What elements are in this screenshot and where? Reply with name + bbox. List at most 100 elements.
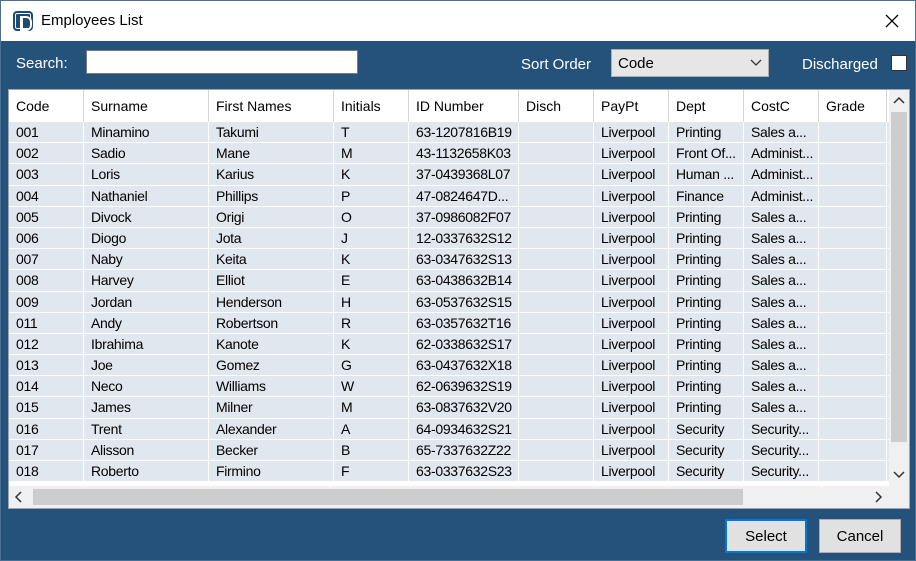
cell-disch bbox=[519, 418, 594, 439]
cell-first-names: Alexander bbox=[209, 418, 334, 439]
cell-id-number: 37-0986082F07 bbox=[409, 206, 519, 227]
cell-surname: Andy bbox=[84, 312, 209, 333]
table-row[interactable]: 005 Divock Origi O 37-0986082F07 Liverpool Pri… bbox=[9, 206, 889, 228]
cell-disch bbox=[519, 312, 594, 333]
table-row[interactable]: 014 Neco Williams W 62-0639632S19 Liverpool Pr… bbox=[9, 376, 889, 398]
cancel-button[interactable]: Cancel bbox=[819, 519, 901, 553]
table-row[interactable]: 013 Joe Gomez G 63-0437632X18 Liverpool Printi… bbox=[9, 355, 889, 377]
grid-header: Code Surname First Names Initials ID Number D… bbox=[9, 90, 887, 122]
cell-grade bbox=[819, 164, 887, 185]
column-header-dept[interactable]: Dept bbox=[669, 90, 744, 122]
cell-disch bbox=[519, 461, 594, 482]
cell-surname: Diogo bbox=[84, 227, 209, 249]
column-header-code[interactable]: Code bbox=[9, 90, 84, 122]
cell-code: 008 bbox=[9, 270, 84, 291]
cell-paypt: Liverpool bbox=[594, 397, 669, 418]
column-header-id-number[interactable]: ID Number bbox=[409, 90, 519, 122]
chevron-up-icon[interactable] bbox=[893, 95, 905, 107]
cell-code: 012 bbox=[9, 333, 84, 355]
cell-surname: Harvey bbox=[84, 270, 209, 291]
cell-initials: K bbox=[334, 164, 409, 185]
column-header-first-names[interactable]: First Names bbox=[209, 90, 334, 122]
cell-paypt: Liverpool bbox=[594, 291, 669, 312]
table-row[interactable]: 006 Diogo Jota J 12-0337632S12 Liverpool Print… bbox=[9, 227, 889, 250]
sort-order-select[interactable]: Code bbox=[611, 49, 769, 77]
horizontal-scrollbar[interactable] bbox=[9, 486, 889, 508]
vertical-scrollbar[interactable] bbox=[889, 90, 909, 486]
cell-paypt: Liverpool bbox=[594, 333, 669, 355]
table-row[interactable]: 016 Trent Alexander A 64-0934632S21 Liverpool… bbox=[9, 418, 889, 440]
column-header-paypt[interactable]: PayPt bbox=[594, 90, 669, 122]
table-row[interactable]: 018 Roberto Firmino F 63-0337632S23 Liverpool… bbox=[9, 461, 889, 483]
table-row[interactable]: 001 Minamino Takumi T 63-1207816B19 Liverpool… bbox=[9, 122, 889, 144]
table-row[interactable]: 007 Naby Keita K 63-0347632S13 Liverpool Print… bbox=[9, 249, 889, 271]
cell-dept: Printing bbox=[669, 333, 744, 355]
cell-surname: Alisson bbox=[84, 439, 209, 460]
cell-surname: James bbox=[84, 397, 209, 418]
close-button[interactable] bbox=[869, 1, 915, 41]
cell-first-names: Robertson bbox=[209, 312, 334, 333]
cell-first-names: Gomez bbox=[209, 355, 334, 376]
cell-dept: Printing bbox=[669, 122, 744, 143]
cell-dept: Printing bbox=[669, 355, 744, 376]
column-header-disch[interactable]: Disch bbox=[519, 90, 594, 122]
cell-dept: Security bbox=[669, 418, 744, 439]
cell-code: 011 bbox=[9, 312, 84, 333]
table-row[interactable]: 002 Sadio Mane M 43-1132658K03 Liverpool Front… bbox=[9, 143, 889, 165]
table-row[interactable]: 008 Harvey Elliot E 63-0438632B14 Liverpool Pr… bbox=[9, 270, 889, 292]
column-header-surname[interactable]: Surname bbox=[84, 90, 209, 122]
cell-dept: Human ... bbox=[669, 164, 744, 185]
cell-grade bbox=[819, 461, 887, 482]
cell-costc: Sales a... bbox=[744, 355, 819, 376]
chevron-left-icon[interactable] bbox=[13, 491, 25, 503]
cell-initials: M bbox=[334, 397, 409, 418]
cell-first-names: Becker bbox=[209, 439, 334, 460]
table-row[interactable]: 011 Andy Robertson R 63-0357632T16 Liverpool P… bbox=[9, 312, 889, 334]
horizontal-scroll-thumb[interactable] bbox=[33, 489, 743, 505]
cell-first-names: Henderson bbox=[209, 291, 334, 312]
cell-grade bbox=[819, 122, 887, 143]
cell-paypt: Liverpool bbox=[594, 439, 669, 460]
column-header-costc[interactable]: CostC bbox=[744, 90, 819, 122]
cell-id-number: 63-0837632V20 bbox=[409, 397, 519, 418]
cell-initials: R bbox=[334, 312, 409, 333]
column-header-grade[interactable]: Grade bbox=[819, 90, 887, 122]
cell-surname: Neco bbox=[84, 376, 209, 397]
cell-disch bbox=[519, 397, 594, 418]
table-row[interactable]: 009 Jordan Henderson H 63-0537632S15 Liverpoo… bbox=[9, 291, 889, 313]
table-row[interactable]: 017 Alisson Becker B 65-7337632Z22 Liverpool S… bbox=[9, 439, 889, 461]
toolbar: Search: Sort Order Code Discharged bbox=[1, 41, 915, 85]
select-button[interactable]: Select bbox=[725, 519, 807, 553]
cell-disch bbox=[519, 164, 594, 185]
cell-dept: Printing bbox=[669, 397, 744, 418]
table-row[interactable]: 012 Ibrahima Kanote K 62-0338632S17 Liverpool… bbox=[9, 333, 889, 356]
cell-first-names: Firmino bbox=[209, 461, 334, 482]
discharged-checkbox[interactable] bbox=[891, 55, 907, 71]
table-row[interactable]: 015 James Milner M 63-0837632V20 Liverpool Pri… bbox=[9, 397, 889, 419]
chevron-right-icon[interactable] bbox=[872, 491, 884, 503]
table-row[interactable]: 003 Loris Karius K 37-0439368L07 Liverpool Hum… bbox=[9, 164, 889, 186]
cell-initials: P bbox=[334, 185, 409, 206]
cell-costc: Administ... bbox=[744, 185, 819, 206]
employees-grid[interactable]: Code Surname First Names Initials ID Number D… bbox=[8, 89, 910, 509]
cell-disch bbox=[519, 333, 594, 355]
cell-grade bbox=[819, 270, 887, 291]
sort-order-label: Sort Order bbox=[521, 56, 592, 73]
cell-first-names: Phillips bbox=[209, 185, 334, 206]
chevron-down-icon[interactable] bbox=[893, 468, 905, 480]
cell-code: 005 bbox=[9, 206, 84, 227]
cell-costc: Administ... bbox=[744, 164, 819, 185]
cell-initials: K bbox=[334, 333, 409, 355]
app-logo-icon bbox=[13, 11, 33, 31]
cell-first-names: Takumi bbox=[209, 122, 334, 143]
cell-dept: Security bbox=[669, 439, 744, 460]
cell-initials: K bbox=[334, 249, 409, 270]
column-header-initials[interactable]: Initials bbox=[334, 90, 409, 122]
cell-disch bbox=[519, 122, 594, 143]
cell-first-names: Kanote bbox=[209, 333, 334, 355]
search-input[interactable] bbox=[86, 50, 358, 74]
table-row[interactable]: 004 Nathaniel Phillips P 47-0824647D... Liver… bbox=[9, 185, 889, 207]
cell-paypt: Liverpool bbox=[594, 143, 669, 164]
vertical-scroll-thumb[interactable] bbox=[891, 112, 907, 442]
cell-dept: Printing bbox=[669, 227, 744, 249]
